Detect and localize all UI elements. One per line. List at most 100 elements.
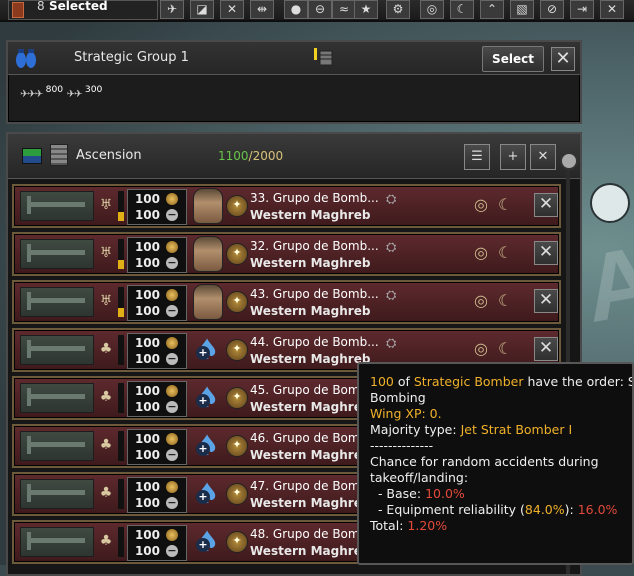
star-icon[interactable]: ★: [354, 0, 378, 19]
tooltip-reliability-pct: 84.0%: [524, 502, 565, 517]
remove-planes-icon[interactable]: −: [166, 353, 178, 365]
mission-badge-icon[interactable]: ✦: [226, 435, 248, 457]
close-icon[interactable]: ✕: [600, 0, 624, 19]
reserve-bar: [118, 431, 124, 461]
reserve-bar: [118, 383, 124, 413]
add-wing-icon[interactable]: +: [500, 144, 526, 170]
group-warning-icon[interactable]: [314, 48, 334, 66]
tactical-icon[interactable]: ◪: [190, 0, 214, 19]
drag-icon[interactable]: ⇹: [250, 0, 274, 19]
mission-badge-icon[interactable]: ✦: [226, 195, 248, 217]
experience-icon: [166, 385, 178, 397]
export-icon[interactable]: ⇥: [570, 0, 594, 19]
strategic-bombing-icon[interactable]: ◎: [474, 244, 488, 262]
airbase-close-button[interactable]: ✕: [530, 144, 556, 170]
naval-icon[interactable]: ●: [284, 0, 308, 19]
map-airbase-icon[interactable]: [590, 183, 630, 223]
mission-badge-icon[interactable]: ✦: [226, 339, 248, 361]
plane-icon[interactable]: ✈: [160, 0, 184, 19]
fighter-icon[interactable]: ✕: [220, 0, 244, 19]
wing-close-button[interactable]: ✕: [534, 193, 558, 217]
wing-equipment: 100: [134, 400, 160, 414]
group-close-button[interactable]: ✕: [551, 47, 575, 71]
wing-region: Western Maghreb: [250, 352, 371, 366]
wing-close-button[interactable]: ✕: [534, 289, 558, 313]
mission-badge-icon[interactable]: ✦: [226, 483, 248, 505]
remove-planes-icon[interactable]: −: [166, 257, 178, 269]
wing-equipment: 100: [134, 544, 160, 558]
strategic-bombing-icon[interactable]: ◎: [474, 196, 488, 214]
wing-close-button[interactable]: ✕: [534, 337, 558, 361]
experience-icon: [166, 289, 178, 301]
strategic-bombing-icon[interactable]: ◎: [474, 340, 488, 358]
mission-badge-icon[interactable]: ✦: [226, 291, 248, 313]
striped-icon[interactable]: ▧: [510, 0, 534, 19]
add-ace-icon[interactable]: +: [196, 346, 210, 360]
ace-pilot-portrait[interactable]: [189, 282, 225, 320]
select-button[interactable]: Select: [482, 46, 544, 72]
remove-planes-icon[interactable]: −: [166, 401, 178, 413]
list-icon[interactable]: ☰: [464, 144, 490, 170]
capacity-max: 2000: [252, 149, 284, 163]
wing-insignia-icon: ♣: [99, 341, 113, 357]
mission-badge-icon[interactable]: ✦: [226, 243, 248, 265]
day-night-icon[interactable]: ☾: [498, 244, 512, 262]
day-night-icon[interactable]: ☾: [498, 196, 512, 214]
wing-strength: 100: [134, 480, 160, 494]
tooltip-count: 100: [370, 374, 394, 389]
mission-badge-icon[interactable]: ✦: [226, 387, 248, 409]
wing-name[interactable]: 43. Grupo de Bomb...: [250, 287, 379, 301]
wing-close-button[interactable]: ✕: [534, 241, 558, 265]
strategic-bombing-icon[interactable]: ◎: [474, 292, 488, 310]
wing-name[interactable]: 32. Grupo de Bomb...: [250, 239, 379, 253]
wing-name[interactable]: 44. Grupo de Bomb...: [250, 335, 379, 349]
wing-equipment: 100: [134, 304, 160, 318]
tooltip-base-value: 10.0%: [425, 486, 465, 501]
add-ace-icon[interactable]: +: [196, 394, 210, 408]
reserve-fill: [118, 308, 124, 317]
wing-region: Western Maghreb: [250, 208, 371, 222]
wing-row[interactable]: ♅ 100 100− ✦ 32. Grupo de Bomb... Western Mag…: [12, 232, 561, 276]
reserve-bar: [118, 287, 124, 317]
day-night-icon[interactable]: ☾: [498, 340, 512, 358]
wing-strength: 100: [134, 336, 160, 350]
gear-icon[interactable]: ⚙: [386, 0, 410, 19]
ace-pilot-portrait[interactable]: [189, 234, 225, 272]
remove-planes-icon[interactable]: −: [166, 305, 178, 317]
day-night-icon[interactable]: ☾: [498, 292, 512, 310]
selected-counter[interactable]: 8 Selected: [8, 0, 158, 20]
runway-icon: ⛭: [386, 192, 397, 207]
wing-stats: 100 100−: [127, 333, 187, 369]
wing-equipment: 100: [134, 448, 160, 462]
mission-badge-icon[interactable]: ✦: [226, 531, 248, 553]
reserve-bar: [118, 527, 124, 557]
wing-insignia-icon: ♣: [99, 389, 113, 405]
wing-row[interactable]: ♅ 100 100− ✦ 43. Grupo de Bomb... Western Mag…: [12, 280, 561, 324]
block-icon[interactable]: ⊘: [540, 0, 564, 19]
wing-stats: 100 100−: [127, 477, 187, 513]
group-stat-b: 300: [84, 84, 103, 95]
scrollbar-thumb[interactable]: [560, 152, 578, 170]
group-stats: ✈✈✈ 800 ✈✈ 300: [20, 84, 102, 100]
add-ace-icon[interactable]: +: [196, 538, 210, 552]
cancel-icon[interactable]: ⊖: [308, 0, 332, 19]
remove-planes-icon[interactable]: −: [166, 497, 178, 509]
wing-insignia-icon: ♣: [99, 533, 113, 549]
tooltip-of: of: [393, 374, 414, 389]
add-ace-icon[interactable]: +: [196, 442, 210, 456]
rank-icon[interactable]: ≈: [332, 0, 356, 19]
wing-row[interactable]: ♅ 100 100− ✦ 33. Grupo de Bomb... Western Mag…: [12, 184, 561, 228]
rank2-icon[interactable]: ⌃: [480, 0, 504, 19]
add-ace-icon[interactable]: +: [196, 490, 210, 504]
wing-name[interactable]: 33. Grupo de Bomb...: [250, 191, 379, 205]
remove-planes-icon[interactable]: −: [166, 545, 178, 557]
remove-planes-icon[interactable]: −: [166, 449, 178, 461]
wing-stats: 100 100−: [127, 237, 187, 273]
wing-insignia-icon: ♣: [99, 485, 113, 501]
mission-icon[interactable]: ◎: [420, 0, 444, 19]
ace-pilot-portrait[interactable]: [189, 186, 225, 224]
sun-moon-icon[interactable]: ☾: [450, 0, 474, 19]
remove-planes-icon[interactable]: −: [166, 209, 178, 221]
tooltip-total-value: 1.20%: [407, 518, 448, 533]
wing-stats: 100 100−: [127, 429, 187, 465]
